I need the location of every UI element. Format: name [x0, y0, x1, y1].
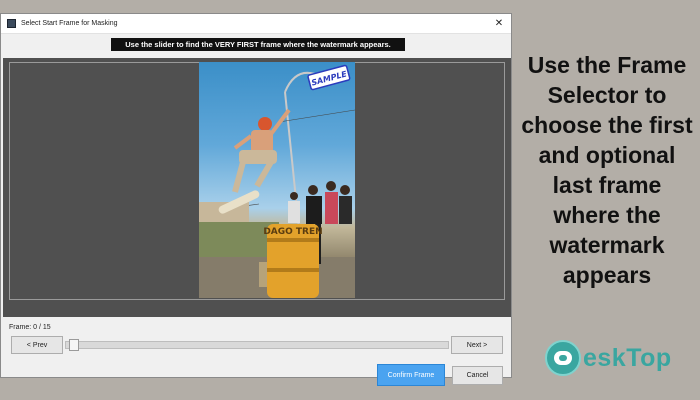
logo-text: eskTop	[583, 343, 672, 372]
next-button[interactable]: Next >	[451, 336, 503, 354]
frame-slider-thumb[interactable]	[69, 339, 79, 351]
barrel: DAGO TREN	[263, 224, 323, 298]
desktop-logo: eskTop	[545, 340, 672, 376]
prev-button[interactable]: < Prev	[11, 336, 63, 354]
caption-line: and optional	[538, 142, 676, 168]
window-title: Select Start Frame for Masking	[21, 20, 118, 27]
caption-line: Selector to	[547, 82, 667, 108]
frame-counter: Frame: 0 / 15	[9, 324, 51, 331]
caption-line: watermark	[549, 232, 665, 258]
skater-figure	[218, 108, 291, 214]
video-frame-image: DAGO TREN SAMPLE	[199, 62, 355, 298]
frame-preview-area: DAGO TREN SAMPLE	[3, 58, 511, 317]
frame-selector-dialog: Select Start Frame for Masking ✕ Use the…	[0, 13, 512, 386]
caption-line: choose the first	[521, 112, 693, 138]
cancel-button[interactable]: Cancel	[452, 366, 503, 385]
desktop-logo-icon	[545, 340, 581, 376]
caption-line: last frame	[552, 172, 662, 198]
side-caption: Use the Frame Selector to choose the fir…	[514, 50, 700, 290]
confirm-frame-button[interactable]: Confirm Frame	[377, 364, 445, 386]
frame-slider-track[interactable]	[65, 341, 449, 349]
instruction-banner: Use the slider to find the VERY FIRST fr…	[111, 38, 405, 51]
caption-line: Use the Frame	[527, 52, 687, 78]
app-icon	[7, 19, 16, 28]
close-button[interactable]: ✕	[493, 18, 505, 30]
title-bar: Select Start Frame for Masking ✕	[1, 14, 511, 34]
caption-line: where the	[553, 202, 661, 228]
svg-text:DAGO TREN: DAGO TREN	[263, 227, 322, 237]
sample-watermark: SAMPLE	[307, 64, 351, 91]
caption-line: appears	[562, 262, 652, 288]
